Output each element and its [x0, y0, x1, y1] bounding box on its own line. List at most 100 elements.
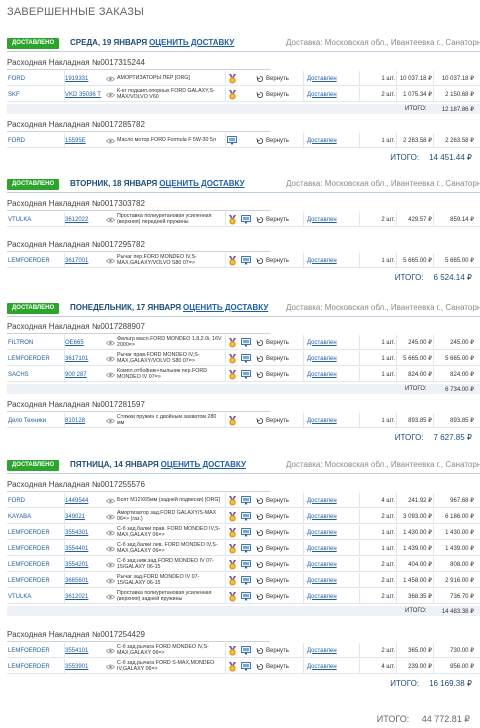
brand-name[interactable]: LEMFOERDER [8, 351, 63, 366]
brand-name[interactable]: KAYABA [8, 509, 63, 524]
part-code-link[interactable]: 3554301 [65, 525, 103, 540]
eye-icon[interactable] [104, 351, 116, 366]
status-link[interactable]: Доставлен [307, 525, 357, 540]
brand-name[interactable]: LEMFOERDER [8, 541, 63, 556]
rate-delivery-link[interactable]: ОЦЕНИТЬ ДОСТАВКУ [159, 179, 244, 188]
part-code-link[interactable]: 3612022 [65, 212, 103, 227]
eye-icon[interactable] [104, 509, 116, 524]
status-link[interactable]: Доставлен [307, 509, 357, 524]
monitor-icon[interactable] [240, 335, 252, 350]
brand-name[interactable]: SKF [8, 87, 63, 102]
rate-delivery-link[interactable]: ОЦЕНИТЬ ДОСТАВКУ [161, 460, 246, 469]
return-button[interactable]: Вернуть [256, 253, 296, 268]
brand-name[interactable]: FORD [8, 71, 63, 86]
return-button[interactable]: Вернуть [256, 351, 296, 366]
status-link[interactable]: Доставлен [307, 541, 357, 556]
status-link[interactable]: Доставлен [307, 212, 357, 227]
status-link[interactable]: Доставлен [307, 643, 357, 658]
part-code-link[interactable]: 3617001 [65, 253, 103, 268]
monitor-icon[interactable] [240, 509, 252, 524]
return-button[interactable]: Вернуть [256, 659, 296, 674]
return-button[interactable]: Вернуть [256, 509, 296, 524]
rate-delivery-link[interactable]: ОЦЕНИТЬ ДОСТАВКУ [183, 303, 268, 312]
status-link[interactable]: Доставлен [307, 589, 357, 604]
part-code-link[interactable]: 3554201 [65, 557, 103, 572]
return-button[interactable]: Вернуть [256, 133, 296, 148]
monitor-icon[interactable] [240, 253, 252, 268]
invoice-header[interactable]: Расходная Накладная №0017281597 [7, 400, 480, 409]
brand-name[interactable]: Дело Техники [8, 413, 63, 428]
eye-icon[interactable] [104, 253, 116, 268]
monitor-icon[interactable] [240, 351, 252, 366]
part-code-link[interactable]: VKD 35036 T [65, 87, 103, 102]
status-link[interactable]: Доставлен [307, 335, 357, 350]
invoice-header[interactable]: Расходная Накладная №0017255576 [7, 480, 480, 489]
brand-name[interactable]: LEMFOERDER [8, 253, 63, 268]
brand-name[interactable]: LEMFOERDER [8, 557, 63, 572]
part-code-link[interactable]: 900 287 [65, 367, 103, 382]
eye-icon[interactable] [104, 71, 116, 86]
brand-name[interactable]: FORD [8, 493, 63, 508]
eye-icon[interactable] [104, 643, 116, 658]
monitor-icon[interactable] [240, 573, 252, 588]
eye-icon[interactable] [104, 87, 116, 102]
return-button[interactable]: Вернуть [256, 71, 296, 86]
eye-icon[interactable] [104, 659, 116, 674]
part-code-link[interactable]: 1919331 [65, 71, 103, 86]
status-link[interactable]: Доставлен [307, 133, 357, 148]
invoice-header[interactable]: Расходная Накладная №0017285782 [7, 120, 480, 129]
status-link[interactable]: Доставлен [307, 87, 357, 102]
return-button[interactable]: Вернуть [256, 525, 296, 540]
return-button[interactable]: Вернуть [256, 367, 296, 382]
part-code-link[interactable]: 3612021 [65, 589, 103, 604]
rate-delivery-link[interactable]: ОЦЕНИТЬ ДОСТАВКУ [149, 38, 234, 47]
status-link[interactable]: Доставлен [307, 367, 357, 382]
part-code-link[interactable]: 3665601 [65, 573, 103, 588]
eye-icon[interactable] [104, 212, 116, 227]
status-link[interactable]: Доставлен [307, 253, 357, 268]
eye-icon[interactable] [104, 335, 116, 350]
part-code-link[interactable]: 15595E [65, 133, 103, 148]
return-button[interactable]: Вернуть [256, 335, 296, 350]
return-button[interactable]: Вернуть [256, 643, 296, 658]
monitor-icon[interactable] [240, 557, 252, 572]
monitor-icon[interactable] [226, 133, 238, 148]
monitor-icon[interactable] [240, 659, 252, 674]
part-code-link[interactable]: 3553901 [65, 659, 103, 674]
status-link[interactable]: Доставлен [307, 493, 357, 508]
invoice-header[interactable]: Расходная Накладная №0017303782 [7, 199, 480, 208]
return-button[interactable]: Вернуть [256, 541, 296, 556]
eye-icon[interactable] [104, 589, 116, 604]
monitor-icon[interactable] [240, 525, 252, 540]
brand-name[interactable]: VTULKA [8, 212, 63, 227]
return-button[interactable]: Вернуть [256, 589, 296, 604]
part-code-link[interactable]: 3554401 [65, 541, 103, 556]
brand-name[interactable]: FORD [8, 133, 63, 148]
return-button[interactable]: Вернуть [256, 557, 296, 572]
monitor-icon[interactable] [240, 212, 252, 227]
return-button[interactable]: Вернуть [256, 212, 296, 227]
invoice-header[interactable]: Расходная Накладная №0017315244 [7, 58, 480, 67]
brand-name[interactable]: FILTRON [8, 335, 63, 350]
part-code-link[interactable]: 349021 [65, 509, 103, 524]
brand-name[interactable]: SACHS [8, 367, 63, 382]
status-link[interactable]: Доставлен [307, 71, 357, 86]
eye-icon[interactable] [104, 367, 116, 382]
brand-name[interactable]: LEMFOERDER [8, 573, 63, 588]
return-button[interactable]: Вернуть [256, 573, 296, 588]
brand-name[interactable]: LEMFOERDER [8, 643, 63, 658]
invoice-header[interactable]: Расходная Накладная №0017254429 [7, 630, 480, 639]
part-code-link[interactable]: 3554101 [65, 643, 103, 658]
invoice-header[interactable]: Расходная Накладная №0017288907 [7, 322, 480, 331]
eye-icon[interactable] [104, 493, 116, 508]
monitor-icon[interactable] [240, 589, 252, 604]
monitor-icon[interactable] [240, 541, 252, 556]
eye-icon[interactable] [104, 557, 116, 572]
return-button[interactable]: Вернуть [256, 413, 296, 428]
monitor-icon[interactable] [240, 493, 252, 508]
part-code-link[interactable]: 3617101 [65, 351, 103, 366]
status-link[interactable]: Доставлен [307, 351, 357, 366]
return-button[interactable]: Вернуть [256, 493, 296, 508]
eye-icon[interactable] [104, 525, 116, 540]
brand-name[interactable]: LEMFOERDER [8, 659, 63, 674]
